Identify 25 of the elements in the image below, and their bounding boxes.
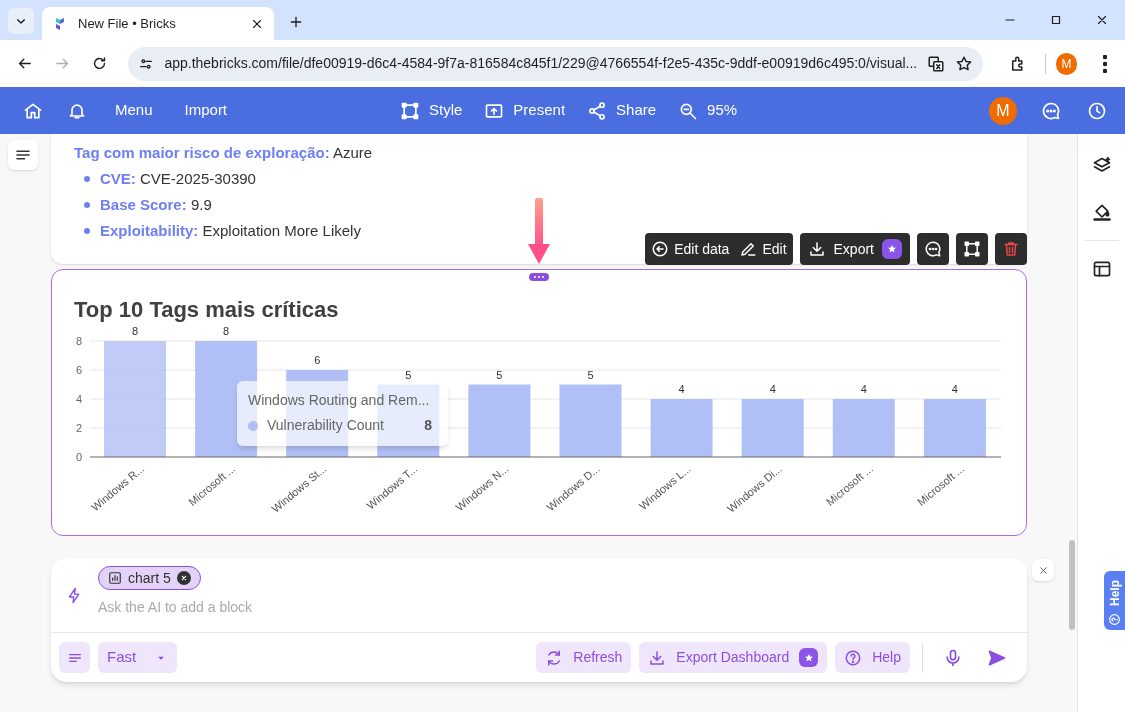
- axis-tick-label: 0: [75, 451, 82, 463]
- bar-value-label: 4: [769, 383, 776, 395]
- tab-title: New File • Bricks: [78, 14, 177, 33]
- list-item-text: Exploitability: Exploitation More Likely: [100, 221, 361, 241]
- bar-value-label: 5: [496, 368, 503, 381]
- list-item-text: CVE: CVE-2025-30390: [100, 169, 256, 189]
- tooltip-title: Windows Routing and Rem...: [248, 391, 430, 409]
- summary-text: Tag com maior risco de exploração: Azure: [74, 143, 373, 163]
- axis-tick-label: 4: [75, 393, 82, 405]
- tooltip-value: 8: [424, 416, 432, 435]
- bar-value-label: 6: [314, 354, 321, 366]
- bar-value-label: 4: [678, 383, 685, 395]
- bar-value-label: 4: [860, 383, 867, 395]
- bar-value-label: 8: [223, 327, 230, 337]
- bar-value-label: 8: [131, 327, 139, 337]
- bar-value-label: 5: [587, 368, 594, 381]
- url-text: app.thebricks.com/file/dfe00919-d6c4-4584-9f7a-816584c845f1/229@4766554f-f2e5-435c-9ddf-e00919d6c495:0/visual...: [164, 54, 918, 73]
- chart-title: Top 10 Tags mais críticas: [73, 296, 340, 324]
- bar-value-label: 4: [951, 383, 958, 395]
- axis-tick-label: 8: [75, 335, 82, 347]
- tooltip-series-name: Vulnerability Count: [267, 416, 384, 435]
- axis-tick-label: 6: [75, 364, 82, 376]
- axis-tick-label: 2: [75, 422, 82, 434]
- list-item-text: Base Score: 9.9: [100, 195, 212, 215]
- bar-value-label: 5: [405, 368, 412, 381]
